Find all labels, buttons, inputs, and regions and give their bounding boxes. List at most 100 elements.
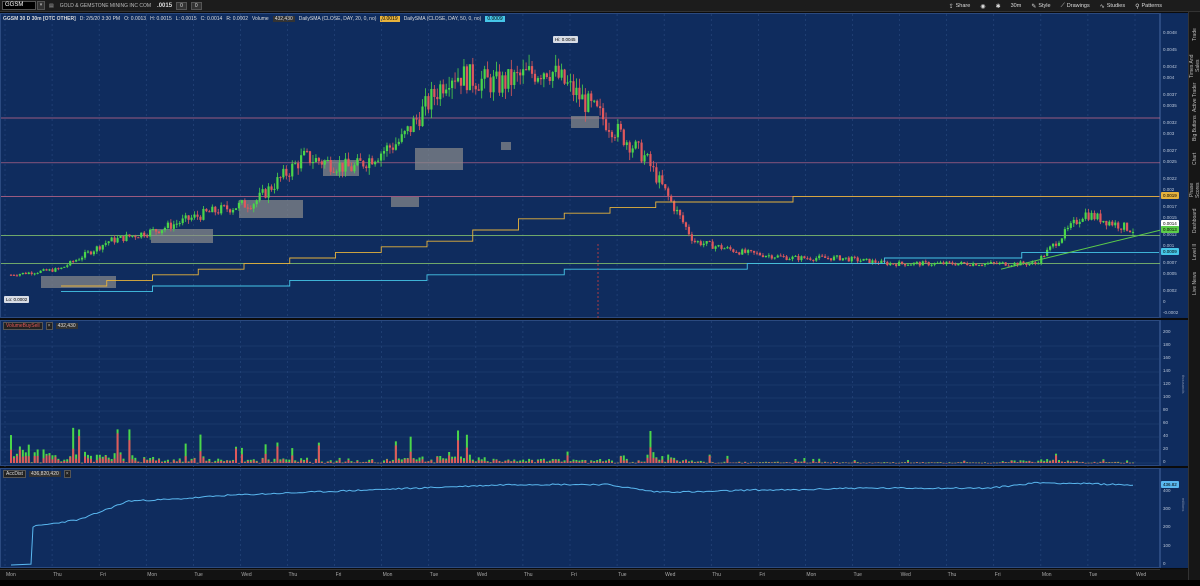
volume-bar-sell [125, 462, 128, 463]
settings-button[interactable]: ✱ [996, 3, 1001, 10]
candle-body [1063, 229, 1067, 239]
candle-body [554, 65, 557, 73]
volume-bar-sell [602, 461, 605, 463]
volume-bar-sell [907, 461, 910, 463]
candle-body [409, 126, 412, 133]
candle-body [723, 248, 726, 250]
accdist-study-name[interactable]: AccDist [3, 470, 26, 478]
volume-study-name[interactable]: VolumeBuySell [3, 322, 43, 330]
symbol-menu-icon[interactable]: ▤ [49, 3, 54, 9]
volume-bar-sell [856, 462, 859, 464]
volume-bar-sell [832, 461, 835, 463]
accdist-chart-svg[interactable] [1, 469, 1161, 569]
volume-bar-sell [403, 459, 406, 463]
volume-bar-sell [513, 460, 516, 463]
accdist-close-icon[interactable]: × [63, 470, 71, 478]
candle-body [578, 87, 581, 100]
share-button[interactable]: ⇪ Share [949, 3, 971, 10]
volume-bar-sell [838, 462, 841, 464]
volume-bar-sell [756, 462, 759, 464]
volume-bar-sell [489, 462, 492, 464]
candle-body [1114, 222, 1117, 226]
volume-bar-sell [356, 461, 359, 463]
sidebar-tab[interactable]: Phase Scores [1189, 175, 1200, 205]
volume-bar-sell [430, 460, 433, 463]
price-axis[interactable]: 0.0048 0.0045 0.0042 0.004 0.0037 0.0035 0.003… [1160, 13, 1188, 318]
volume-bar-sell [122, 460, 125, 463]
candle-body [397, 141, 400, 145]
volume-bar-sell [818, 461, 821, 463]
volume-bar-sell [359, 462, 362, 464]
volume-bar-sell [690, 461, 693, 463]
volume-bar-sell [270, 462, 273, 463]
candle-body [844, 257, 847, 259]
volume-tick-label: 0 [1163, 459, 1166, 464]
candle-body [462, 66, 466, 86]
symbol-dropdown-icon[interactable]: ▾ [37, 1, 45, 10]
sidebar-tab[interactable]: Active Trader [1189, 82, 1200, 112]
volume-bar-sell [1016, 462, 1019, 463]
volume-bar-sell [664, 462, 667, 464]
sidebar-tab[interactable]: Big Buttons [1189, 113, 1200, 143]
volume-axis[interactable]: thousands 200 180 160 140 120 100 80 60 40 20 0 [1160, 320, 1188, 466]
candle-body [693, 240, 696, 243]
volume-bar-sell [862, 462, 865, 464]
candle-body [382, 151, 386, 154]
candle-body [690, 234, 693, 241]
volume-bar-sell [332, 462, 335, 464]
sidebar-tab[interactable]: Trade [1189, 20, 1200, 50]
candle-body [36, 272, 39, 274]
time-axis-label: Mon [806, 572, 817, 578]
sidebar-tab[interactable]: Times And Sales [1189, 51, 1200, 81]
studies-icon: ∿ [1099, 3, 1105, 10]
candle-body [519, 72, 522, 76]
volume-bar-sell [682, 461, 685, 463]
volume-bar-sell [815, 462, 818, 463]
ask-chip[interactable]: 0 [190, 1, 202, 10]
sidebar-tab[interactable]: Dashboard [1189, 206, 1200, 236]
studies-button[interactable]: ∿ Studies [1100, 3, 1125, 10]
time-axis-label: Mon [6, 572, 16, 578]
volume-pane[interactable]: VolumeBuySell × 432,430 [0, 320, 1161, 467]
sidebar-tab[interactable]: Live News [1189, 268, 1200, 298]
time-axis[interactable]: Mon Thu Fri Mon Tue Wed Thu Fri Mon Tue Wed Thu Fri T… [0, 569, 1160, 580]
volume-tick-label: 160 [1163, 355, 1171, 360]
hi-label: Hi: 0.0045 [553, 36, 578, 43]
candle-body [886, 261, 889, 266]
accdist-pane[interactable]: AccDist 436,820,420 × [0, 468, 1161, 569]
volume-bar-sell [190, 460, 193, 463]
volume-bar-sell [575, 461, 578, 463]
volume-bar-sell [169, 462, 172, 464]
price-pane[interactable]: GGSM 30 D 30m [OTC OTHER] D: 2/5/20 3:30… [0, 13, 1162, 319]
sidebar-tab[interactable]: Level II [1189, 237, 1200, 267]
volume-bar-sell [474, 462, 477, 463]
price-chart-svg[interactable] [1, 14, 1162, 319]
volume-bar-sell [57, 459, 60, 463]
sidebar-tab[interactable]: Chart [1189, 144, 1200, 174]
volume-close-icon[interactable]: × [45, 322, 53, 330]
candle-body [1060, 238, 1064, 243]
style-button[interactable]: ✎ Style [1031, 3, 1050, 10]
candle-body [344, 158, 347, 172]
candle-body [809, 258, 812, 260]
volume-bar-sell [1090, 462, 1093, 464]
camera-icon: ◉ [980, 3, 986, 10]
accdist-axis[interactable]: millions 400 300 200 100 0 436.82 [1160, 468, 1188, 568]
candle-body [15, 275, 19, 277]
bid-chip[interactable]: 0 [176, 1, 187, 10]
volume-bar-sell [214, 462, 217, 463]
price-tag: 0.0019 [1161, 191, 1179, 199]
candle-body [270, 186, 273, 190]
drawings-button[interactable]: ⟋ Drawings [1061, 3, 1090, 10]
volume-chart-svg[interactable] [1, 321, 1161, 467]
symbol-input[interactable]: GGSM [2, 1, 36, 10]
candle-body [326, 160, 329, 162]
patterns-label: Patterns [1141, 3, 1162, 9]
timeframe-button[interactable]: 30m [1011, 3, 1022, 9]
candle-body [374, 161, 377, 165]
volume-bar-sell [895, 462, 898, 464]
volume-bar-sell [454, 458, 457, 463]
screenshot-button[interactable]: ◉ [980, 3, 985, 10]
patterns-button[interactable]: ⚲ Patterns [1135, 3, 1162, 10]
volume-tick-label: 120 [1163, 381, 1171, 386]
